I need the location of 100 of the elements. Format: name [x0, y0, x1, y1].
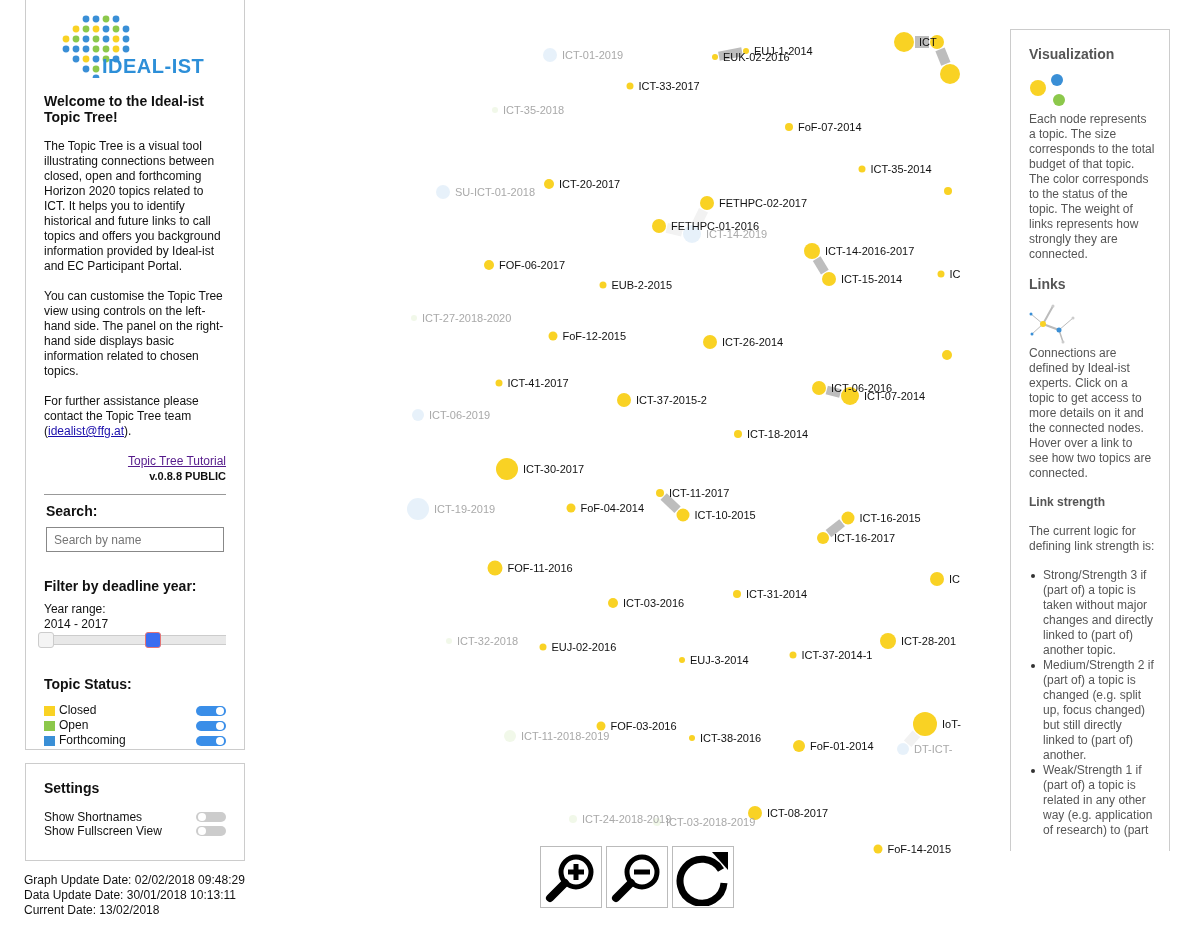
topic-label[interactable]: ICT-15-2014 — [841, 273, 903, 285]
setting-toggle[interactable] — [196, 826, 226, 836]
topic-node[interactable] — [484, 260, 494, 270]
topic-node[interactable] — [913, 712, 937, 736]
reset-button[interactable] — [672, 846, 734, 908]
topic-node[interactable] — [785, 123, 793, 131]
zoom-in-button[interactable] — [540, 846, 602, 908]
topic-node[interactable] — [812, 381, 826, 395]
topic-node[interactable] — [703, 335, 717, 349]
topic-label[interactable]: ICT-30-2017 — [523, 463, 585, 475]
status-toggle[interactable] — [196, 705, 226, 716]
topic-node[interactable] — [880, 633, 896, 649]
topic-label[interactable]: ICT-31-2014 — [746, 588, 808, 600]
topic-label[interactable]: ICT-20-2017 — [559, 178, 621, 190]
topic-node[interactable] — [679, 657, 685, 663]
topic-label[interactable]: ICT-33-2017 — [638, 80, 700, 92]
topic-label[interactable]: FOF-03-2016 — [610, 720, 677, 732]
topic-node[interactable] — [858, 165, 866, 173]
topic-node[interactable] — [804, 243, 820, 259]
topic-node[interactable] — [496, 458, 518, 480]
topic-node[interactable] — [789, 651, 797, 659]
topic-label[interactable]: FoF-04-2014 — [580, 502, 645, 514]
topic-node[interactable] — [748, 806, 762, 820]
topic-node[interactable] — [412, 409, 424, 421]
topic-node[interactable] — [817, 532, 829, 544]
topic-node[interactable] — [793, 740, 805, 752]
topic-node[interactable] — [608, 598, 618, 608]
topic-node[interactable] — [940, 64, 960, 84]
topic-label[interactable]: FoF-12-2015 — [562, 330, 627, 342]
year-range-slider[interactable] — [38, 632, 226, 648]
slider-handle[interactable] — [38, 632, 54, 648]
topic-label[interactable]: FOF-11-2016 — [507, 562, 573, 574]
topic-label[interactable]: IC — [949, 573, 960, 585]
topic-node[interactable] — [652, 219, 666, 233]
topic-label[interactable]: IoT- — [942, 718, 961, 730]
topic-label[interactable]: ICT-41-2017 — [507, 377, 569, 389]
bullet-icon — [1031, 574, 1035, 578]
setting-toggle[interactable] — [196, 812, 226, 822]
topic-label[interactable]: FoF-14-2015 — [887, 843, 952, 855]
slider-handle[interactable] — [144, 632, 161, 648]
topic-node[interactable] — [894, 32, 914, 52]
status-label: Closed — [59, 703, 97, 718]
topic-label[interactable]: FOF-06-2017 — [499, 259, 566, 271]
topic-node[interactable] — [436, 185, 450, 199]
topic-node[interactable] — [617, 393, 631, 407]
topic-label[interactable]: ICT-16-2015 — [859, 512, 921, 524]
topic-label[interactable]: FoF-07-2014 — [798, 121, 862, 133]
topic-node[interactable] — [487, 560, 503, 576]
topic-node[interactable] — [930, 572, 944, 586]
topic-label[interactable]: ICT-08-2017 — [767, 807, 829, 819]
email-link[interactable]: idealist@ffg.at — [48, 424, 124, 438]
topic-label[interactable]: ICT-26-2014 — [722, 336, 784, 348]
topic-label[interactable]: ICT-11-2017 — [669, 487, 730, 499]
topic-node[interactable] — [712, 54, 718, 60]
topic-node[interactable] — [743, 48, 749, 54]
zoom-out-button[interactable] — [606, 846, 668, 908]
topic-node[interactable] — [676, 508, 690, 522]
topic-label[interactable]: FETHPC-02-2017 — [719, 197, 808, 209]
topic-node[interactable] — [566, 503, 576, 513]
search-field[interactable]: Search by name — [46, 527, 224, 552]
setting-label: Show Fullscreen View — [44, 823, 162, 839]
topic-node[interactable] — [944, 187, 952, 195]
topic-node[interactable] — [407, 498, 429, 520]
topic-label[interactable]: ICT-16-2017 — [834, 532, 896, 544]
topic-label[interactable]: EUJ-02-2016 — [551, 641, 617, 653]
topic-node[interactable] — [495, 379, 503, 387]
topic-label[interactable]: ICT-03-2016 — [623, 597, 685, 609]
topic-node[interactable] — [942, 350, 952, 360]
topic-node[interactable] — [700, 196, 714, 210]
topic-node[interactable] — [841, 511, 855, 525]
topic-node[interactable] — [543, 48, 557, 62]
topic-label[interactable]: EUB-2-2015 — [611, 279, 673, 291]
topic-node[interactable] — [897, 743, 909, 755]
topic-node[interactable] — [822, 272, 836, 286]
topic-label[interactable]: ICT-28-201 — [901, 635, 957, 647]
status-toggle[interactable] — [196, 735, 226, 746]
topic-label[interactable]: ICT-10-2015 — [694, 509, 756, 521]
topic-node[interactable] — [539, 643, 547, 651]
topic-label[interactable]: ICT-18-2014 — [747, 428, 809, 440]
topic-label[interactable]: ICT-14-2016-2017 — [825, 245, 915, 257]
topic-node[interactable] — [599, 281, 607, 289]
topic-node[interactable] — [596, 721, 606, 731]
topic-node[interactable] — [937, 270, 945, 278]
topic-node[interactable] — [626, 82, 634, 90]
topic-node[interactable] — [873, 844, 883, 854]
topic-label[interactable]: ICT-35-2014 — [870, 163, 932, 175]
topic-label[interactable]: EUJ-3-2014 — [690, 654, 749, 666]
topic-label[interactable]: ICT-38-2016 — [700, 732, 762, 744]
topic-node[interactable] — [656, 489, 664, 497]
status-toggle[interactable] — [196, 720, 226, 731]
topic-node[interactable] — [548, 331, 558, 341]
topic-node[interactable] — [689, 735, 695, 741]
tutorial-link[interactable]: Topic Tree Tutorial — [127, 454, 226, 469]
topic-node[interactable] — [733, 590, 741, 598]
topic-label[interactable]: FoF-01-2014 — [810, 740, 874, 752]
topic-node[interactable] — [544, 179, 554, 189]
topic-label[interactable]: IC — [949, 268, 961, 280]
topic-label[interactable]: ICT-37-2014-1 — [801, 649, 873, 661]
topic-label[interactable]: ICT-37-2015-2 — [636, 394, 707, 406]
topic-node[interactable] — [734, 430, 742, 438]
